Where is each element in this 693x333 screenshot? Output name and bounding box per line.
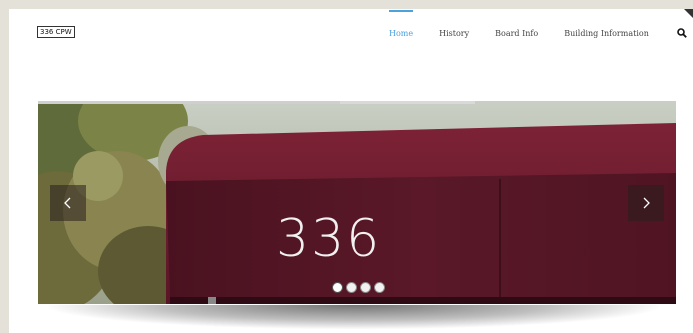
nav-item-home[interactable]: Home [389, 9, 414, 38]
hero-slider[interactable]: 336 [38, 101, 676, 304]
slider-next-button[interactable] [628, 185, 664, 221]
chevron-left-icon [64, 197, 71, 209]
site-logo[interactable]: 336 CPW [37, 26, 75, 38]
nav-item-history[interactable]: History [439, 29, 469, 38]
nav-item-board-info[interactable]: Board Info [495, 29, 538, 38]
slider-shadow [49, 305, 659, 329]
slider-progress-fill [38, 101, 340, 104]
nav-item-building-information[interactable]: Building Information [564, 29, 649, 38]
slider-pagination [332, 282, 385, 293]
slide-image [38, 101, 676, 304]
slider-dot-4[interactable] [374, 282, 385, 293]
chevron-right-icon [643, 197, 650, 209]
slide-caption: 336 [276, 209, 382, 269]
page: 336 CPW Home History Board Info Building… [9, 9, 693, 333]
corner-decoration [684, 9, 693, 18]
slider-prev-button[interactable] [50, 185, 86, 221]
search-icon[interactable] [677, 28, 687, 38]
main-nav: Home History Board Info Building Informa… [389, 9, 687, 38]
slider-dot-2[interactable] [346, 282, 357, 293]
slider-progress-bar [38, 101, 475, 104]
slider-dot-1[interactable] [332, 282, 343, 293]
slider-dot-3[interactable] [360, 282, 371, 293]
